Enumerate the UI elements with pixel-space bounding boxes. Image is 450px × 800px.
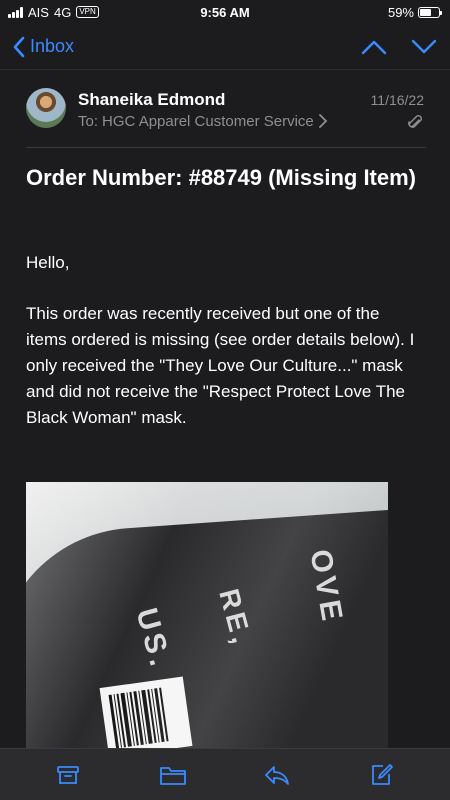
archive-button[interactable]	[50, 757, 86, 793]
move-to-folder-button[interactable]	[155, 757, 191, 793]
battery-fill	[420, 8, 431, 16]
signal-icon	[8, 6, 23, 18]
battery-percent: 59%	[387, 4, 414, 20]
reply-icon	[265, 765, 290, 785]
network-label: 4G	[53, 4, 72, 20]
recipient-line[interactable]: To: HGC Apparel Customer Service	[78, 113, 328, 130]
to-prefix: To:	[78, 113, 99, 130]
sender-name[interactable]: Shaneika Edmond	[78, 90, 225, 110]
bottom-toolbar	[0, 748, 450, 800]
status-right: 59%	[387, 4, 442, 20]
back-label: Inbox	[30, 36, 75, 56]
message-subject: Order Number: #88749 (Missing Item)	[26, 165, 417, 190]
avatar[interactable]	[26, 88, 66, 128]
nav-bar: Inbox	[0, 24, 450, 70]
folder-icon	[159, 766, 186, 785]
chevron-left-icon	[13, 36, 25, 57]
vpn-badge: VPN	[76, 6, 99, 18]
message-greeting: Hello,	[26, 253, 70, 272]
message-date: 11/16/22	[370, 92, 424, 108]
chevron-down-icon[interactable]	[410, 38, 438, 56]
reply-button[interactable]	[259, 757, 295, 793]
compose-icon	[371, 763, 393, 785]
battery-icon	[418, 6, 442, 18]
plastic-glare	[26, 482, 388, 748]
recipient-name: HGC Apparel Customer Service	[102, 113, 314, 130]
chevron-up-icon[interactable]	[360, 38, 388, 56]
carrier-label: AIS	[28, 4, 49, 20]
paperclip-icon	[408, 115, 422, 128]
status-bar: AIS 4G VPN 9:56 AM 59%	[0, 0, 450, 24]
status-left: AIS 4G VPN	[8, 5, 99, 20]
back-to-inbox-button[interactable]: Inbox	[12, 36, 74, 58]
compose-button[interactable]	[364, 757, 400, 793]
message-header: Shaneika Edmond 11/16/22 To: HGC Apparel…	[26, 84, 426, 148]
attached-photo[interactable]: OVE RE, US.	[26, 482, 388, 748]
chevron-right-icon	[318, 114, 328, 128]
message-nav-arrows	[360, 38, 438, 56]
message-body: This order was recently received but one…	[26, 304, 415, 427]
archive-icon	[57, 765, 80, 784]
